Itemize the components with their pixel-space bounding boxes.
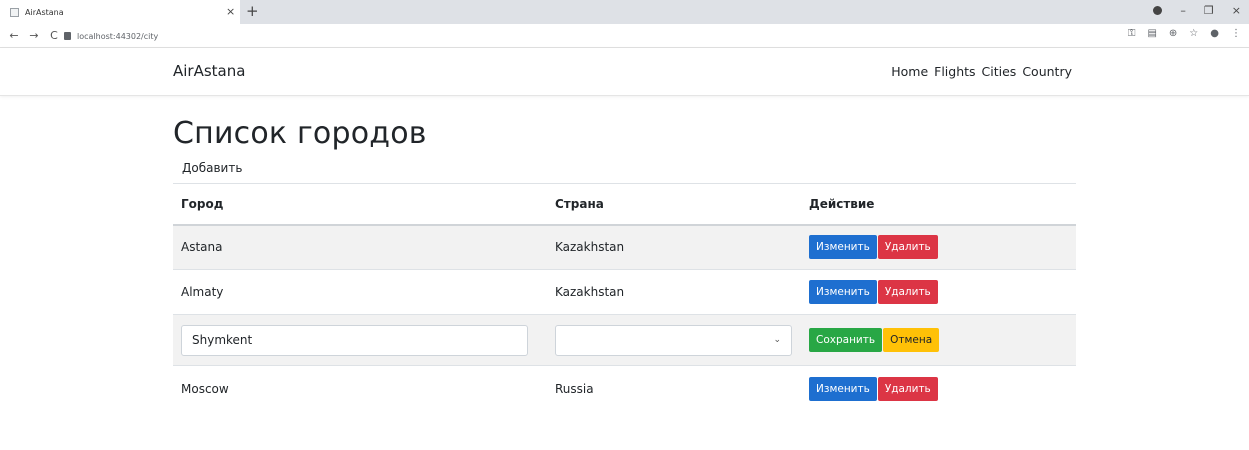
tab-title: AirAstana: [25, 7, 64, 17]
chevron-down-icon: ⌄: [773, 334, 781, 345]
page-title: Список городов: [173, 116, 427, 151]
table-header-row: Город Страна Действие: [173, 183, 1076, 226]
action-cell: Сохранить Отмена: [801, 314, 1076, 366]
city-cell: Almaty: [173, 269, 547, 315]
browser-tab[interactable]: AirAstana ×: [0, 0, 240, 24]
window-close-icon[interactable]: ×: [1232, 4, 1241, 17]
nav-link-flights[interactable]: Flights: [934, 64, 975, 79]
country-cell: Kazakhstan: [547, 224, 801, 270]
city-input-cell: Shymkent: [173, 314, 547, 366]
nav-links: Home Flights Cities Country: [891, 64, 1072, 79]
main-content: Список городов Добавить Город Страна Дей…: [173, 96, 1076, 412]
table-row-editing: Shymkent ⌄ Сохранить Отмена: [173, 314, 1076, 366]
table-row: Astana Kazakhstan Изменить Удалить: [173, 224, 1076, 270]
address-bar: ← → C localhost:44302/city ⚿ ▤ ⊕ ☆ ● ⋮: [0, 24, 1249, 48]
edit-button[interactable]: Изменить: [809, 280, 877, 304]
delete-button[interactable]: Удалить: [877, 235, 938, 260]
brand-link[interactable]: AirAstana: [173, 62, 245, 80]
page-favicon-icon: [10, 7, 19, 17]
browser-menu-icon[interactable]: ⋮: [1231, 28, 1241, 39]
url-text: localhost:44302/city: [77, 31, 159, 41]
new-tab-icon[interactable]: +: [246, 2, 259, 20]
country-cell: Russia: [547, 365, 801, 412]
edit-button[interactable]: Изменить: [809, 376, 877, 401]
header-country: Страна: [547, 183, 801, 226]
city-cell: Moscow: [173, 365, 547, 412]
header-city: Город: [173, 183, 547, 226]
nav-link-country[interactable]: Country: [1022, 64, 1072, 79]
browser-tabstrip: AirAstana × + – ❐ ×: [0, 0, 1249, 24]
profile-icon[interactable]: ●: [1210, 28, 1219, 39]
minimize-icon[interactable]: –: [1180, 4, 1186, 17]
bookmark-star-icon[interactable]: ☆: [1189, 28, 1198, 39]
save-button[interactable]: Сохранить: [809, 328, 883, 352]
action-cell: Изменить Удалить: [801, 269, 1076, 315]
country-cell: Kazakhstan: [547, 269, 801, 315]
delete-button[interactable]: Удалить: [877, 280, 938, 304]
restore-icon[interactable]: ❐: [1204, 4, 1214, 17]
delete-button[interactable]: Удалить: [877, 376, 938, 401]
country-select-cell: ⌄: [547, 314, 801, 366]
reload-icon[interactable]: C: [48, 29, 60, 42]
city-cell: Astana: [173, 224, 547, 270]
app-navbar: AirAstana Home Flights Cities Country: [0, 48, 1249, 96]
tab-close-icon[interactable]: ×: [226, 5, 235, 18]
key-icon[interactable]: ⚿: [1128, 28, 1136, 39]
header-action: Действие: [801, 183, 1076, 226]
address-bar-actions: ⚿ ▤ ⊕ ☆ ● ⋮: [1128, 28, 1241, 39]
add-city-link[interactable]: Добавить: [182, 161, 242, 177]
cities-table: Город Страна Действие Astana Kazakhstan …: [173, 183, 1076, 412]
account-icon[interactable]: [1153, 6, 1163, 15]
table-row: Moscow Russia Изменить Удалить: [173, 365, 1076, 412]
city-name-input[interactable]: Shymkent: [181, 324, 528, 356]
country-select[interactable]: ⌄: [555, 324, 792, 356]
nav-link-home[interactable]: Home: [891, 64, 928, 79]
cancel-button[interactable]: Отмена: [883, 328, 940, 352]
action-cell: Изменить Удалить: [801, 224, 1076, 270]
window-controls: – ❐ ×: [1153, 4, 1241, 17]
back-icon[interactable]: ←: [8, 29, 20, 42]
zoom-icon[interactable]: ⊕: [1169, 28, 1177, 39]
forward-icon[interactable]: →: [28, 29, 40, 42]
translate-icon[interactable]: ▤: [1147, 28, 1156, 39]
lock-icon: [64, 32, 71, 40]
url-field[interactable]: localhost:44302/city: [64, 28, 158, 44]
nav-link-cities[interactable]: Cities: [982, 64, 1017, 79]
action-cell: Изменить Удалить: [801, 365, 1076, 412]
edit-button[interactable]: Изменить: [809, 235, 877, 260]
table-row: Almaty Kazakhstan Изменить Удалить: [173, 269, 1076, 315]
